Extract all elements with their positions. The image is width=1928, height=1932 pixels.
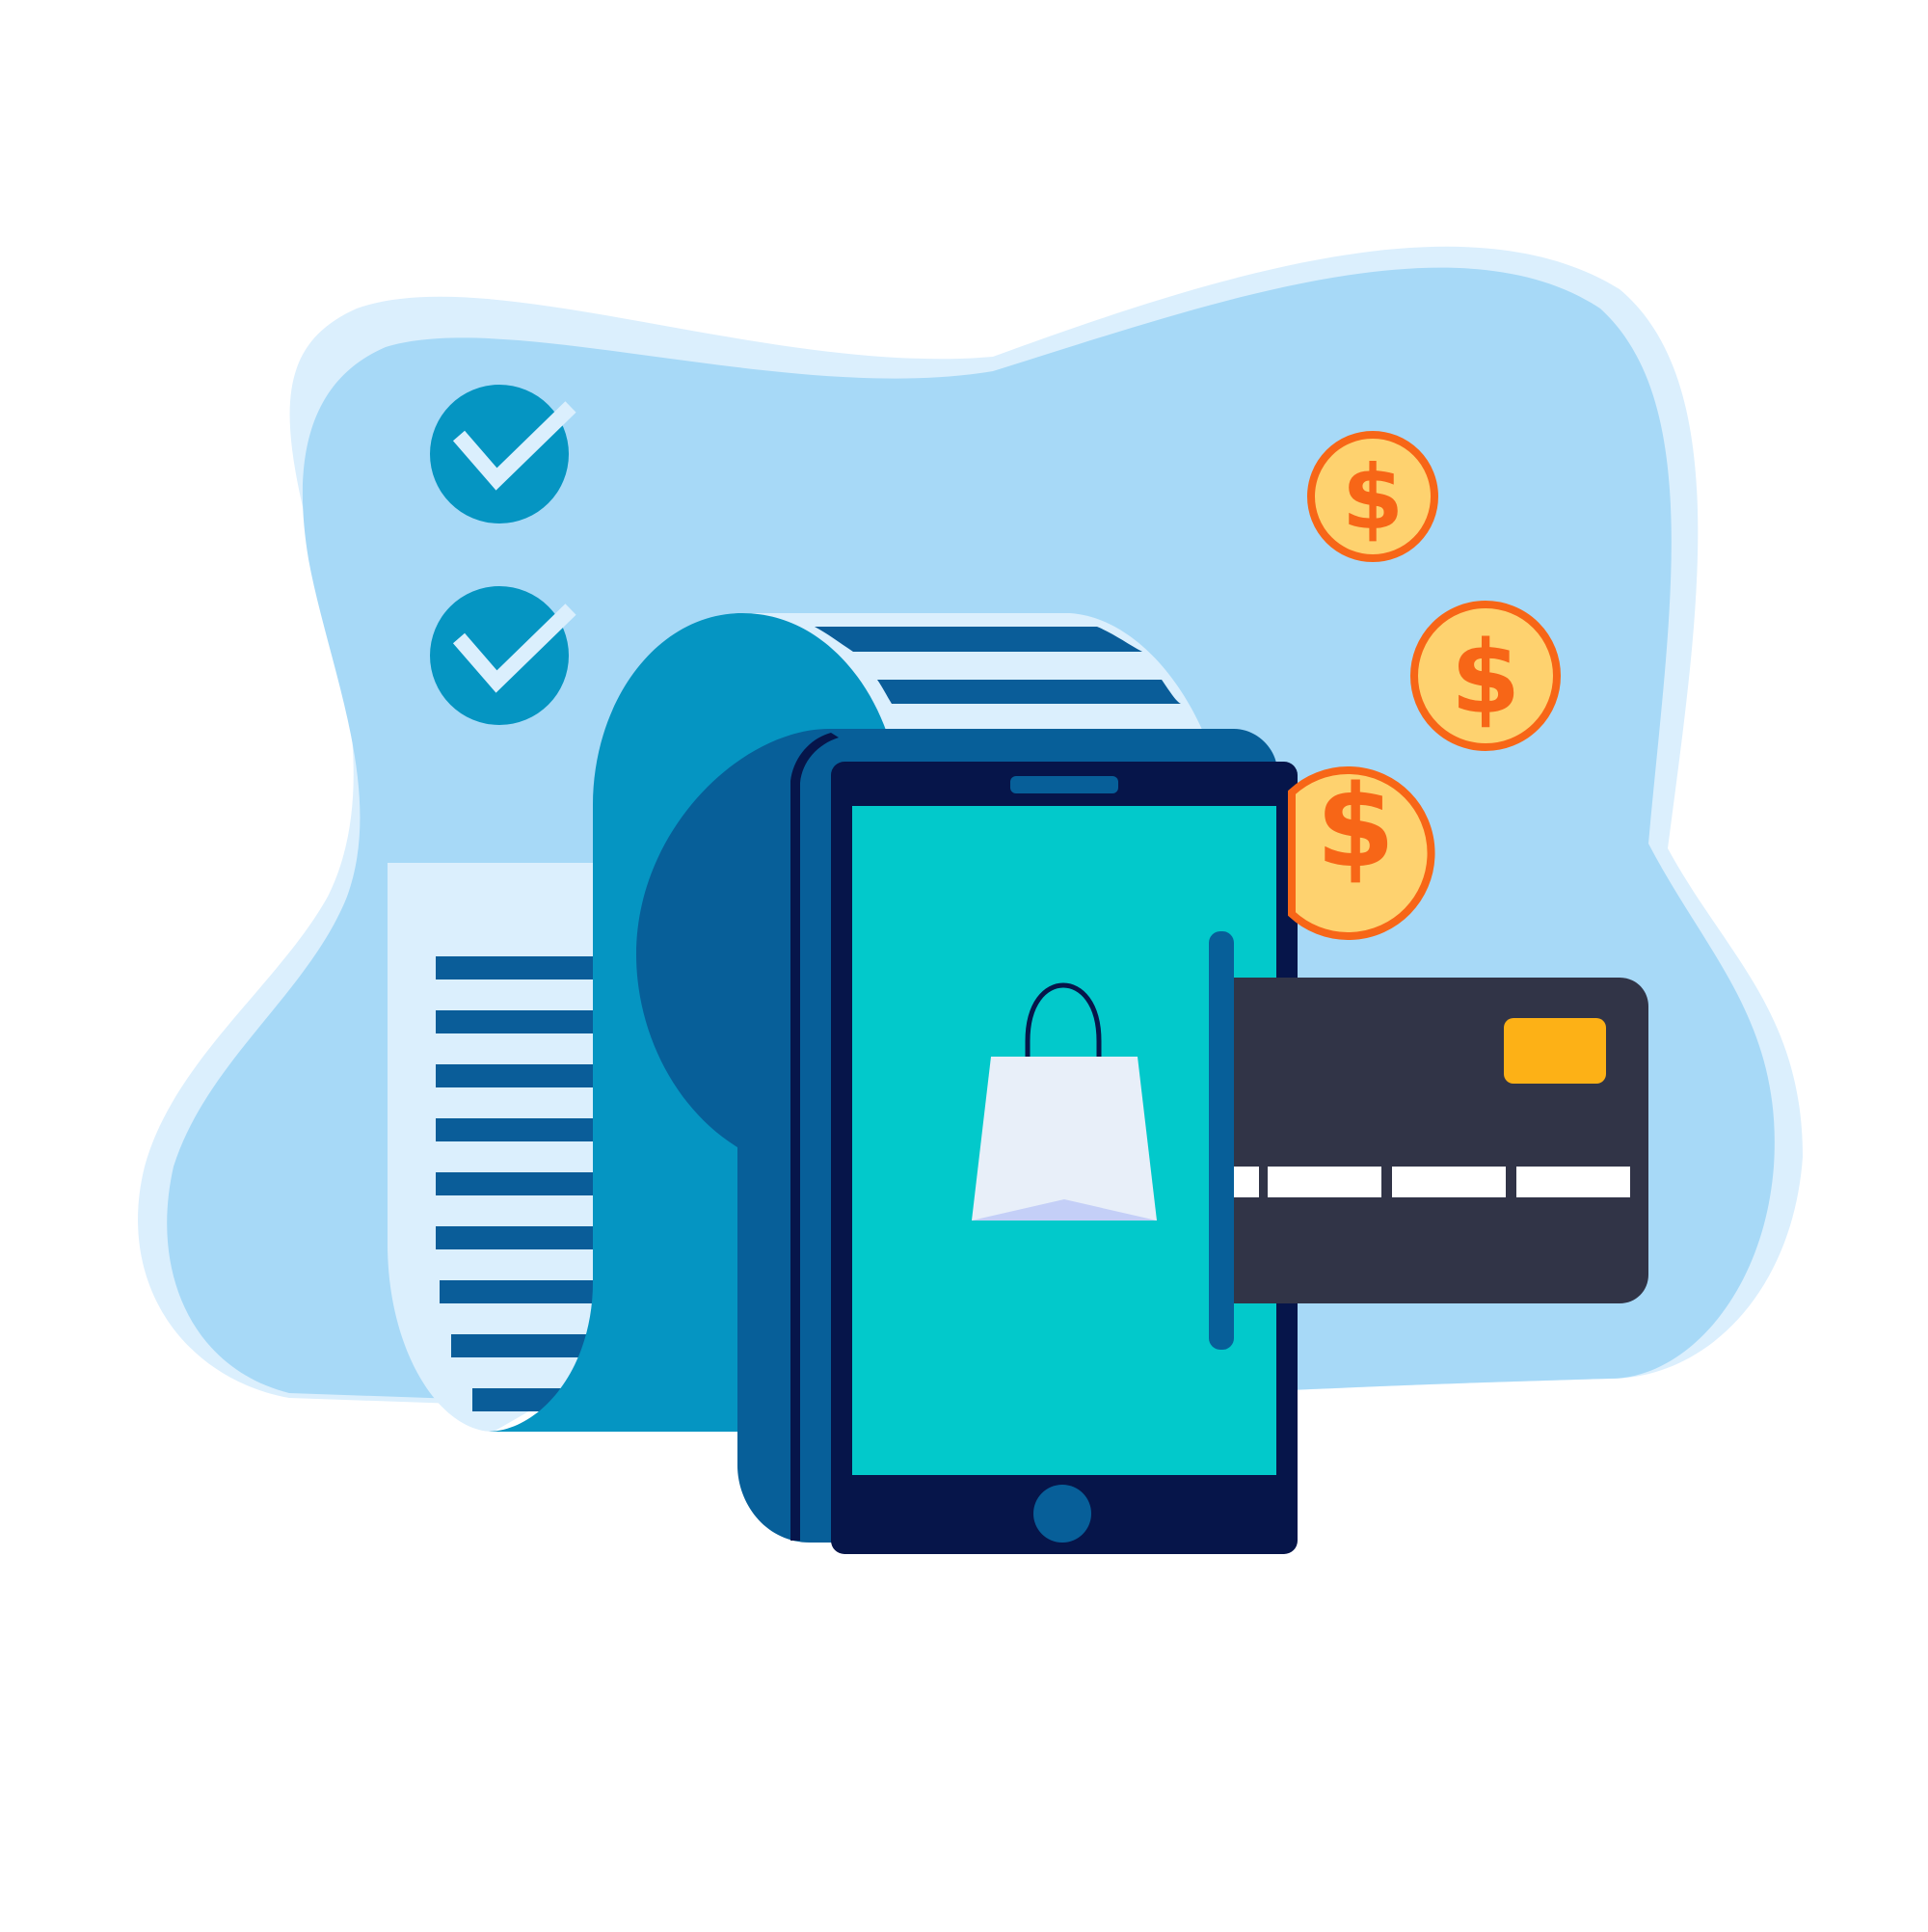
tablet-home-button: [1033, 1485, 1091, 1543]
credit-card-icon: [1209, 931, 1648, 1350]
payment-illustration: $ $ $: [0, 0, 1928, 1928]
card-chip: [1504, 1018, 1606, 1084]
bag-body: [972, 1057, 1157, 1221]
dollar-coin-icon: $: [1307, 431, 1438, 562]
tablet-speaker: [1010, 776, 1118, 793]
receipt-left-lines: [436, 956, 609, 1411]
card-number-stripes: [1234, 1167, 1630, 1197]
illustration-canvas: $ $ $: [138, 246, 1803, 1554]
coin-symbol: $: [1451, 619, 1520, 737]
coin-symbol: $: [1316, 760, 1395, 893]
coin-symbol: $: [1342, 446, 1404, 550]
dollar-coin-icon: $: [1410, 601, 1561, 751]
card-slot: [1209, 931, 1234, 1350]
